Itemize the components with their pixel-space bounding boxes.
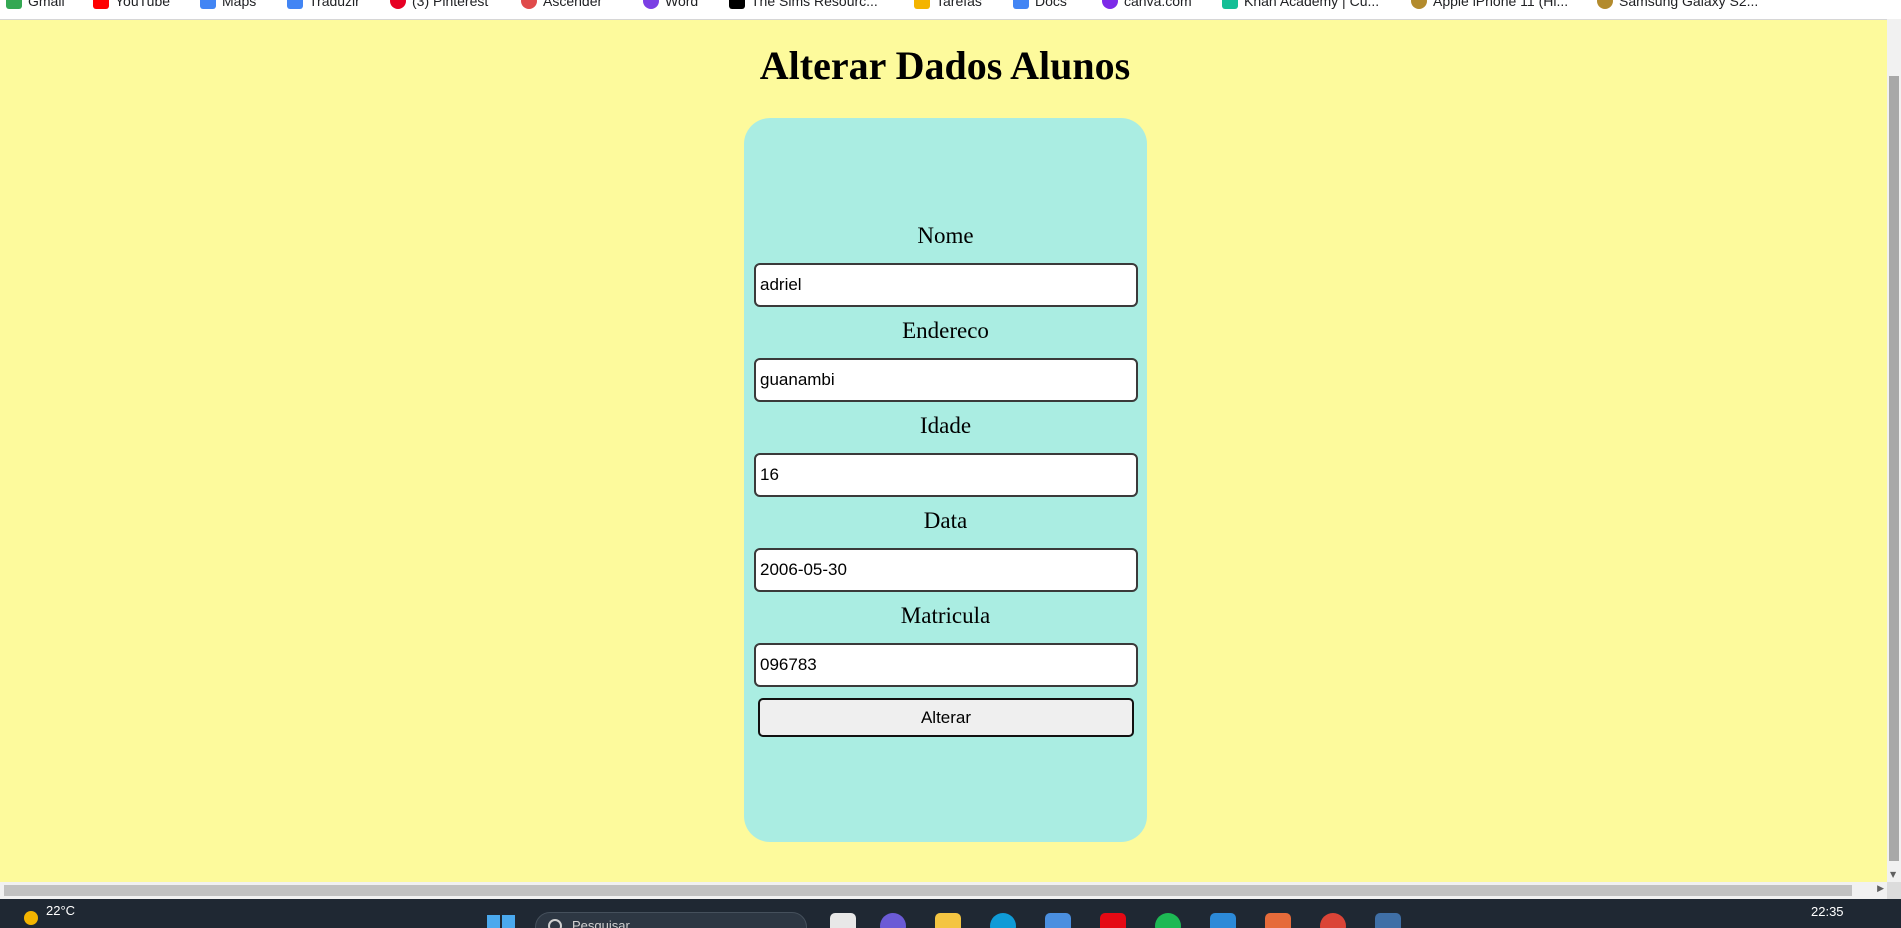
bookmark-gmail[interactable]: Gmail (6, 0, 65, 11)
bookmark-translate[interactable]: Traduzir (287, 0, 360, 11)
bookmark-youtube[interactable]: YouTube (93, 0, 170, 11)
khan-academy-icon (1222, 0, 1238, 9)
translate-icon (287, 0, 303, 9)
canva-icon (1102, 0, 1118, 9)
date-input[interactable]: 2006-05-30 (754, 548, 1138, 592)
search-icon (548, 919, 562, 928)
registration-label: Matricula (900, 603, 991, 628)
taskbar-search-placeholder: Pesquisar (572, 918, 630, 928)
netflix-icon[interactable] (1100, 913, 1126, 928)
registration-input[interactable]: 096783 (754, 643, 1138, 687)
bookmark-docs[interactable]: Docs (1013, 0, 1067, 11)
apple-product-icon (1411, 0, 1427, 9)
bookmark-apple[interactable]: Apple iPhone 11 (Hi... (1411, 0, 1568, 11)
bookmark-word[interactable]: Word (643, 0, 698, 11)
bookmark-maps[interactable]: Maps (200, 0, 256, 11)
spotify-icon[interactable] (1155, 913, 1181, 928)
horizontal-scroll-thumb[interactable] (4, 885, 1852, 896)
scroll-down-arrow-icon[interactable]: ▼ (1890, 870, 1896, 879)
notes-app-icon[interactable] (830, 913, 856, 928)
docs-icon (1013, 0, 1029, 9)
horizontal-scrollbar[interactable]: ▶ (0, 882, 1887, 899)
maps-icon (200, 0, 216, 9)
moon-icon (24, 911, 38, 925)
age-label: Idade (919, 413, 972, 438)
age-input[interactable]: 16 (754, 453, 1138, 497)
start-button[interactable] (487, 915, 515, 928)
bookmark-canva[interactable]: canva.com (1102, 0, 1192, 11)
samsung-product-icon (1597, 0, 1613, 9)
taskbar: 22°C Pesquisar 22:35 (0, 899, 1901, 928)
app-icon[interactable] (1265, 913, 1291, 928)
address-input[interactable]: guanambi (754, 358, 1138, 402)
bookmark-tasks[interactable]: Tarefas (914, 0, 982, 11)
bookmark-khan[interactable]: Khan Academy | Cu... (1222, 0, 1379, 11)
bookmark-sims[interactable]: The Sims Resourc... (729, 0, 878, 11)
alterar-button[interactable]: Alterar (758, 698, 1134, 737)
word-icon (643, 0, 659, 9)
gmail-icon (6, 0, 22, 9)
pinterest-icon (390, 0, 406, 9)
edge-icon[interactable] (990, 913, 1016, 928)
scroll-right-arrow-icon[interactable]: ▶ (1877, 884, 1884, 894)
address-label: Endereco (902, 318, 989, 343)
date-label: Data (923, 508, 968, 533)
ascender-icon (521, 0, 537, 9)
assistant-app-icon[interactable] (880, 913, 906, 928)
tasks-icon (914, 0, 930, 9)
scrollbar-corner (1887, 882, 1901, 899)
taskbar-clock[interactable]: 22:35 (1811, 904, 1844, 919)
store-icon[interactable] (1045, 913, 1071, 928)
edit-student-form: Nome adriel Endereco guanambi Idade 16 D… (744, 118, 1147, 842)
vertical-scroll-thumb[interactable] (1889, 76, 1899, 861)
bookmarks-bar: Gmail YouTube Maps Traduzir (3) Pinteres… (0, 0, 1901, 20)
taskbar-search[interactable]: Pesquisar (535, 912, 807, 928)
sims-icon (729, 0, 745, 9)
file-explorer-icon[interactable] (935, 913, 961, 928)
vscode-icon[interactable] (1210, 913, 1236, 928)
name-input[interactable]: adriel (754, 263, 1138, 307)
temperature: 22°C (46, 903, 76, 918)
weather-widget[interactable]: 22°C (24, 903, 75, 925)
bookmark-samsung[interactable]: Samsung Galaxy S2... (1597, 0, 1758, 11)
remote-app-icon[interactable] (1375, 913, 1401, 928)
vertical-scrollbar[interactable]: ▼ (1887, 19, 1901, 882)
name-label: Nome (917, 223, 974, 248)
youtube-icon (93, 0, 109, 9)
chrome-icon[interactable] (1320, 913, 1346, 928)
bookmark-pinterest[interactable]: (3) Pinterest (390, 0, 488, 11)
page-title: Alterar Dados Alunos (759, 43, 1131, 88)
bookmark-ascender[interactable]: Ascender (521, 0, 602, 11)
